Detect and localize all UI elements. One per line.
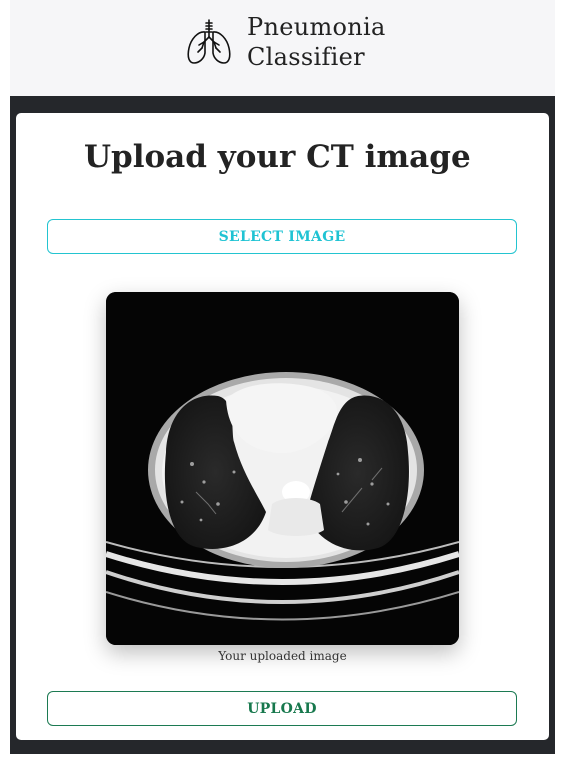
brand-name: Pneumonia Classifier [247,12,386,72]
brand-line-2: Classifier [247,43,365,71]
image-caption: Your uploaded image [218,649,347,663]
brand[interactable]: Pneumonia Classifier [184,12,386,72]
upload-button[interactable]: UPLOAD [47,691,517,726]
lungs-icon [187,19,231,64]
upload-card: Upload your CT image SELECT IMAGE Your u… [16,113,549,740]
brand-line-1: Pneumonia [247,13,386,41]
page: Pneumonia Classifier Upload your CT imag… [0,0,565,763]
page-title: Upload your CT image [84,139,471,175]
app-header: Pneumonia Classifier [10,0,555,96]
ct-scan-image [106,292,459,645]
select-image-button[interactable]: SELECT IMAGE [47,219,517,254]
uploaded-image-preview [106,292,459,645]
